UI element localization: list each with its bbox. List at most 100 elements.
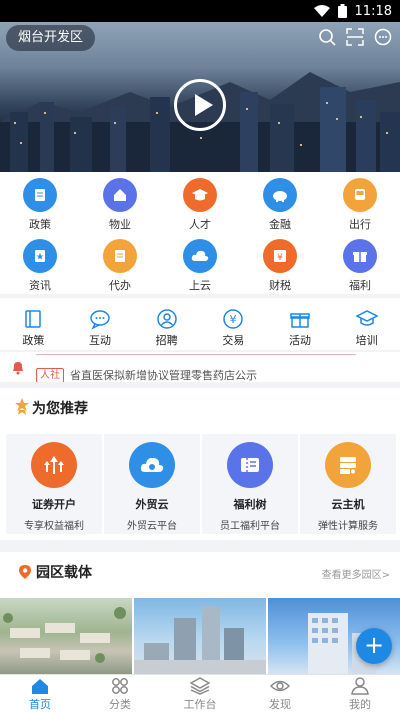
category-label: 活动: [288, 334, 311, 347]
service-grid: 政策 物业 人才 金融 出行 资讯 代办 上云 ¥ 财税 福利: [0, 172, 400, 294]
nav-home[interactable]: 首页: [0, 675, 80, 712]
nav-label: 我的: [349, 698, 371, 711]
service-label: 上云: [189, 279, 211, 292]
card-desc: 弹性计算服务: [318, 521, 378, 532]
service-label: 财税: [269, 279, 291, 292]
battery-icon: [337, 4, 347, 18]
news-tag: 人社: [36, 368, 64, 382]
service-label: 物业: [109, 218, 131, 231]
category-recruit[interactable]: 招聘: [133, 298, 200, 350]
layers-icon: [190, 677, 210, 695]
service-cloud[interactable]: 上云: [160, 233, 240, 294]
news-headline[interactable]: 省直医保拟新增协议管理零售药店公示: [70, 368, 257, 382]
recommend-card-foreign-trade[interactable]: 外贸云 外贸云平台: [104, 434, 200, 534]
category-interact[interactable]: 互动: [67, 298, 134, 350]
gift-box-icon: [290, 313, 310, 328]
status-time: 11:18: [354, 3, 392, 19]
card-name: 福利树: [233, 498, 267, 511]
service-label: 金融: [269, 218, 291, 231]
person-icon: [156, 309, 177, 329]
card-desc: 专享权益福利: [24, 521, 84, 532]
home-icon: [103, 178, 137, 212]
category-event[interactable]: 活动: [267, 298, 334, 350]
status-bar: 11:18: [0, 0, 400, 22]
category-training[interactable]: 培训: [333, 298, 400, 350]
medal-icon: [15, 398, 29, 415]
user-icon: [351, 677, 369, 695]
nav-discover[interactable]: 发现: [240, 675, 320, 712]
service-news[interactable]: 资讯: [0, 233, 80, 294]
home-icon: [32, 679, 48, 694]
location-selector[interactable]: 烟台开发区: [6, 25, 96, 51]
service-label: 出行: [349, 218, 371, 231]
service-talent[interactable]: 人才: [160, 172, 240, 233]
piggy-bank-icon: [263, 178, 297, 212]
category-label: 政策: [22, 334, 45, 347]
nav-label: 分类: [109, 698, 131, 711]
ticker-previous-line: [36, 352, 356, 355]
location-pin-icon: [19, 565, 31, 579]
policy-icon: [23, 178, 57, 212]
card-desc: 外贸云平台: [127, 521, 177, 532]
park-image-industrial[interactable]: [0, 598, 132, 674]
card-name: 证券开户: [32, 498, 76, 511]
nav-profile[interactable]: 我的: [320, 675, 400, 712]
message-icon[interactable]: [374, 28, 392, 46]
eye-icon: [270, 680, 290, 692]
gift-icon: [343, 239, 377, 273]
hero-video-banner[interactable]: 烟台开发区: [0, 22, 400, 172]
card-name: 外贸云: [135, 498, 169, 511]
service-agency[interactable]: 代办: [80, 233, 160, 294]
recommend-card-welfare-tree[interactable]: 福利树 员工福利平台: [202, 434, 298, 534]
svg-text:¥: ¥: [230, 313, 237, 326]
category-tabs: 政策 互动 招聘 ¥ 交易 活动 培训: [0, 298, 400, 350]
recommend-section: 为您推荐 证券开户 专享权益福利 外贸云 外贸云平台 福利树 员工福利平台 云主…: [0, 388, 400, 540]
category-policy[interactable]: 政策: [0, 298, 67, 350]
securities-icon: [31, 442, 77, 488]
card-name: 云主机: [331, 498, 365, 511]
svg-text:¥: ¥: [277, 253, 283, 263]
news-ticker[interactable]: 人社 省直医保拟新增协议管理零售药店公示: [0, 352, 400, 382]
wifi-icon: [313, 4, 330, 18]
ticket-icon: [227, 442, 273, 488]
yen-coin-icon: ¥: [223, 309, 244, 329]
bell-icon: [13, 362, 23, 375]
category-label: 互动: [88, 334, 111, 347]
category-label: 招聘: [155, 334, 178, 347]
tax-icon: ¥: [263, 239, 297, 273]
service-label: 人才: [189, 218, 211, 231]
category-label: 培训: [355, 334, 378, 347]
cloud-globe-icon: [129, 442, 175, 488]
nav-category[interactable]: 分类: [80, 675, 160, 712]
service-property[interactable]: 物业: [80, 172, 160, 233]
search-icon[interactable]: [318, 28, 336, 46]
scan-icon[interactable]: [346, 28, 364, 46]
play-button[interactable]: [174, 79, 226, 131]
service-welfare[interactable]: 福利: [320, 233, 400, 294]
nav-label: 首页: [29, 698, 51, 711]
park-image-tower[interactable]: [134, 598, 266, 674]
service-label: 资讯: [29, 279, 51, 292]
book-icon: [25, 310, 42, 328]
service-policy[interactable]: 政策: [0, 172, 80, 233]
service-label: 政策: [29, 218, 51, 231]
service-label: 福利: [349, 279, 371, 292]
service-tax[interactable]: ¥ 财税: [240, 233, 320, 294]
nav-workbench[interactable]: 工作台: [160, 675, 240, 712]
view-more-parks-link[interactable]: 查看更多园区>: [322, 566, 390, 581]
section-title: 园区载体: [36, 565, 92, 581]
chat-icon: [90, 310, 110, 330]
mortarboard-icon: [355, 310, 378, 326]
recommend-card-cloud-host[interactable]: 云主机 弹性计算服务: [300, 434, 396, 534]
service-travel[interactable]: 出行: [320, 172, 400, 233]
cloud-icon: [183, 239, 217, 273]
bus-icon: [343, 178, 377, 212]
nav-label: 发现: [269, 698, 291, 711]
service-finance[interactable]: 金融: [240, 172, 320, 233]
add-fab-button[interactable]: +: [356, 628, 392, 664]
news-icon: [23, 239, 57, 273]
category-label: 交易: [222, 334, 245, 347]
category-trade[interactable]: ¥ 交易: [200, 298, 267, 350]
recommend-card-securities[interactable]: 证券开户 专享权益福利: [6, 434, 102, 534]
document-icon: [103, 239, 137, 273]
